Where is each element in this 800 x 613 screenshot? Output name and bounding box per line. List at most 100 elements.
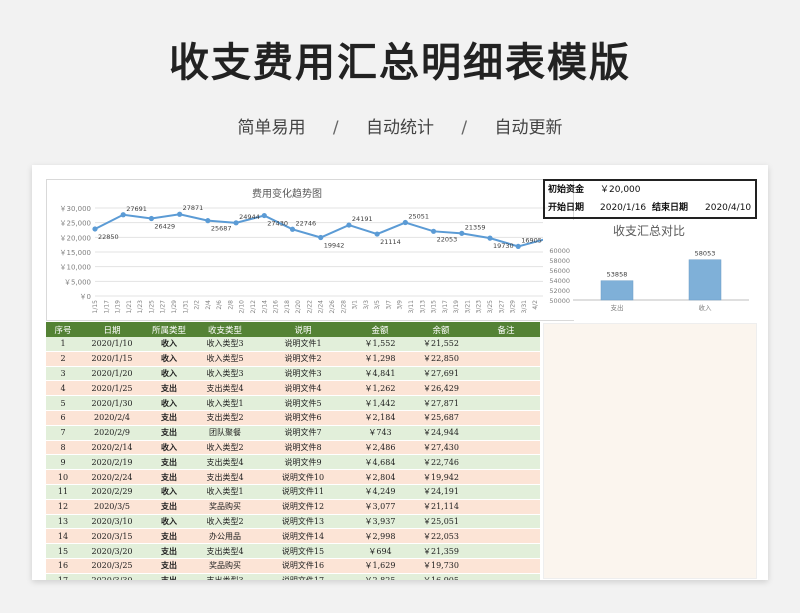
table-row: 8 2020/2/14 收入 收入类型2 说明文件8 ￥2,486 ￥27,430 — [46, 440, 540, 456]
cell-description: 说明文件14 — [256, 528, 350, 545]
line-ytick-label: ￥25,000 — [60, 220, 92, 228]
cell-description: 说明文件6 — [256, 410, 350, 426]
line-xtick-label: 1/29 — [171, 300, 178, 314]
cell-remark — [472, 351, 540, 367]
cell-amount: ￥3,077 — [350, 499, 410, 515]
table-row: 13 2020/3/10 收入 收入类型2 说明文件13 ￥3,937 ￥25,051 — [46, 514, 540, 530]
cell-category: 支出 — [144, 410, 194, 426]
cell-description: 说明文件3 — [256, 366, 350, 382]
cell-type: 团队聚餐 — [194, 425, 256, 441]
cell-description: 说明文件12 — [256, 499, 350, 515]
line-point — [318, 234, 324, 241]
subtitle-item-2: 自动统计 — [366, 118, 434, 138]
line-point — [177, 211, 183, 217]
spreadsheet-preview: 费用变化趋势图 ￥0 ￥5,000 ￥10,000 ￥15,000 ￥20,000 ￥25… — [32, 165, 768, 580]
cell-type: 支出类型4 — [194, 543, 256, 559]
cell-balance: ￥22,746 — [410, 454, 472, 471]
bar-ytick-label: 50000 — [549, 297, 570, 305]
cell-type: 收入类型2 — [194, 440, 256, 456]
cell-index: 1 — [46, 337, 80, 352]
cell-balance: ￥19,942 — [410, 469, 472, 485]
end-date-label: 结束日期 — [652, 203, 689, 213]
line-xtick-label: 3/9 — [397, 300, 404, 310]
cell-remark — [472, 514, 540, 530]
bar-data-label: 53858 — [607, 271, 628, 279]
cell-date: 2020/1/25 — [80, 380, 144, 397]
line-point — [261, 212, 267, 219]
table-row: 1 2020/1/10 收入 收入类型3 说明文件1 ￥1,552 ￥21,552 — [46, 337, 540, 352]
table-row: 11 2020/2/29 收入 收入类型1 说明文件11 ￥4,249 ￥24,191 — [46, 484, 540, 500]
line-xtick-label: 3/15 — [431, 300, 438, 314]
line-point — [120, 212, 126, 218]
line-point — [92, 226, 98, 232]
cell-balance: ￥22,850 — [410, 351, 472, 367]
cell-index: 2 — [46, 351, 80, 367]
line-point — [233, 220, 239, 226]
cell-type: 奖品购买 — [194, 558, 256, 574]
cell-description: 说明文件5 — [256, 395, 350, 411]
line-ytick-label: ￥20,000 — [60, 234, 92, 242]
line-xtick-label: 1/31 — [182, 300, 189, 314]
col-header-index: 序号 — [46, 322, 80, 337]
start-date-label: 开始日期 — [548, 203, 585, 213]
cell-category: 收入 — [144, 337, 194, 352]
table-row: 15 2020/3/20 支出 支出类型4 说明文件15 ￥694 ￥21,359 — [46, 543, 540, 559]
subtitle-separator: / — [461, 118, 468, 138]
cell-type: 收入类型1 — [194, 484, 256, 500]
info-row-initial: 初始资金 ￥20,000 — [545, 181, 755, 199]
cell-remark — [472, 366, 540, 382]
line-point — [430, 228, 437, 234]
cell-type: 支出类型4 — [194, 380, 256, 397]
cell-category: 支出 — [144, 573, 194, 580]
line-xtick-label: 2/2 — [194, 300, 201, 310]
cell-balance: ￥27,430 — [410, 440, 472, 456]
table-row: 16 2020/3/25 支出 奖品购买 说明文件16 ￥1,629 ￥19,730 — [46, 558, 540, 574]
line-xtick-label: 2/6 — [216, 300, 223, 310]
line-data-label: 26429 — [154, 222, 175, 230]
cell-date: 2020/3/15 — [80, 528, 144, 545]
line-ytick-label: ￥30,000 — [60, 205, 92, 213]
cell-date: 2020/1/30 — [80, 395, 144, 411]
cell-type: 收入类型2 — [194, 514, 256, 530]
cell-balance: ￥25,687 — [410, 410, 472, 426]
line-xtick-label: 2/18 — [284, 300, 291, 314]
cell-type: 支出类型3 — [194, 573, 256, 580]
line-data-label: 27430 — [267, 220, 288, 228]
line-xtick-label: 3/27 — [498, 300, 505, 314]
cell-category: 支出 — [144, 543, 194, 559]
cell-index: 5 — [46, 395, 80, 411]
cell-date: 2020/2/29 — [80, 484, 144, 500]
line-point — [374, 231, 380, 237]
table-row: 14 2020/3/15 支出 办公用品 说明文件14 ￥2,998 ￥22,053 — [46, 528, 540, 545]
cell-amount: ￥1,629 — [350, 558, 410, 574]
line-data-label: 19730 — [493, 242, 514, 250]
line-data-label: 22850 — [98, 233, 119, 241]
cell-balance: ￥22,053 — [410, 528, 472, 545]
line-xtick-label: 3/11 — [408, 300, 415, 314]
cell-amount: ￥4,841 — [350, 366, 410, 382]
line-xtick-label: 3/21 — [464, 300, 471, 314]
cell-description: 说明文件16 — [256, 558, 350, 574]
right-empty-area — [543, 323, 757, 579]
line-data-label: 24191 — [352, 215, 373, 223]
table-row: 9 2020/2/19 支出 支出类型4 说明文件9 ￥4,684 ￥22,746 — [46, 454, 540, 471]
col-header-category: 所属类型 — [144, 322, 194, 337]
table-row: 2 2020/1/15 收入 收入类型5 说明文件2 ￥1,298 ￥22,850 — [46, 351, 540, 367]
line-ytick-label: ￥10,000 — [60, 264, 92, 272]
cell-remark — [472, 469, 540, 485]
initial-funds-label: 初始资金 — [548, 185, 585, 195]
end-date-value: 2020/4/10 — [705, 203, 752, 213]
line-xtick-label: 2/28 — [340, 300, 347, 314]
cell-category: 支出 — [144, 454, 194, 471]
cell-balance: ￥21,114 — [410, 499, 472, 515]
line-xtick-label: 3/29 — [510, 300, 517, 314]
cell-date: 2020/3/5 — [80, 499, 144, 515]
cell-date: 2020/2/9 — [80, 425, 144, 441]
cell-remark — [472, 499, 540, 515]
table-row: 12 2020/3/5 支出 奖品购买 说明文件12 ￥3,077 ￥21,114 — [46, 499, 540, 515]
cell-type: 收入类型3 — [194, 337, 256, 352]
cell-amount: ￥1,298 — [350, 351, 410, 367]
cell-balance: ￥21,359 — [410, 543, 472, 559]
cell-balance: ￥27,691 — [410, 366, 472, 382]
cell-description: 说明文件17 — [256, 573, 350, 580]
